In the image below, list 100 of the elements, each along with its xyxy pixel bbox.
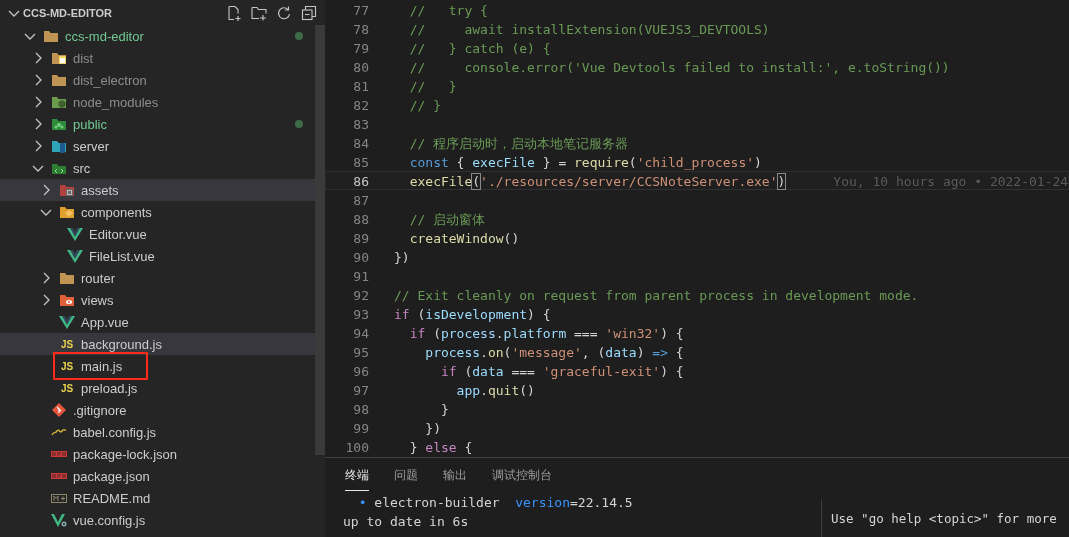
folder-icon	[59, 292, 75, 308]
vue-icon	[67, 248, 83, 264]
line-number: 80	[352, 59, 369, 75]
line-number: 87	[352, 192, 369, 208]
collapse-all-icon[interactable]	[301, 4, 317, 21]
code-line: // console.error('Vue Devtools failed to install:', e.toString())	[408, 59, 950, 75]
code-line: // try {	[408, 2, 488, 18]
tree-item[interactable]: package.json	[49, 466, 152, 486]
git-status-dot	[295, 32, 303, 40]
tree-item[interactable]: assets	[57, 180, 121, 200]
js-icon: JS	[59, 338, 75, 350]
tree-item[interactable]: JS main.js	[57, 356, 145, 376]
code-line: // } catch (e) {	[408, 40, 551, 56]
line-number: 99	[352, 420, 369, 436]
code-line: // }	[408, 78, 457, 94]
tree-item[interactable]: ccs-md-editor	[41, 26, 146, 46]
tree-item[interactable]: components	[57, 202, 154, 222]
line-number: 89	[352, 230, 369, 246]
tree-item[interactable]: Editor.vue	[65, 224, 149, 244]
panel-tab[interactable]: 问题	[394, 467, 418, 491]
line-number: 88	[352, 211, 369, 227]
code-line: })	[394, 249, 410, 265]
line-number: 97	[352, 382, 369, 398]
line-number: 95	[352, 344, 369, 360]
tree-item[interactable]: node_modules	[49, 92, 161, 112]
line-number: 81	[352, 78, 369, 94]
code-line: // }	[408, 97, 441, 113]
explorer-title: CCS-MD-EDITOR	[23, 6, 112, 19]
terminal-line: Use "go help <topic>" for more	[831, 511, 1057, 526]
vue-gear-icon	[51, 512, 67, 528]
vue-icon	[67, 226, 83, 242]
tree-item[interactable]: babel.config.js	[49, 422, 159, 442]
tree-item[interactable]: server	[49, 136, 112, 156]
code-line: // Exit cleanly on request from parent process in development mode.	[394, 287, 919, 303]
tree-item[interactable]: .gitignore	[49, 400, 129, 420]
code-line: if (process.platform === 'win32') {	[408, 325, 684, 341]
tree-item[interactable]: vue.config.js	[49, 510, 148, 530]
folder-icon	[51, 94, 67, 110]
code-line: if (isDevelopment) {	[394, 306, 551, 322]
line-number: 79	[352, 40, 369, 56]
folder-icon	[43, 28, 59, 44]
tree-item[interactable]: README.md	[49, 488, 153, 508]
git-icon	[51, 402, 67, 418]
tree-item[interactable]: JS preload.js	[57, 378, 140, 398]
code-line: } else {	[408, 439, 473, 455]
line-number: 86	[352, 173, 369, 189]
terminal-line: • electron-builder version=22.14.5	[357, 495, 633, 510]
line-number: 100	[344, 439, 369, 455]
new-folder-icon[interactable]	[251, 4, 267, 21]
blame-annotation: You, 10 hours ago • 2022-01-24	[833, 173, 1069, 189]
vue-icon	[59, 314, 75, 330]
folder-icon	[59, 204, 75, 220]
git-status-dot	[295, 120, 303, 128]
line-number: 96	[352, 363, 369, 379]
panel-tab[interactable]: 终端	[345, 467, 369, 491]
tree-item[interactable]: FileList.vue	[65, 246, 157, 266]
code-line: app.quit()	[455, 382, 535, 398]
js-icon: JS	[59, 382, 75, 394]
panel-tab[interactable]: 调试控制台	[492, 467, 552, 491]
tree-item[interactable]: dist_electron	[49, 70, 149, 90]
folder-icon	[59, 182, 75, 198]
code-line: createWindow()	[408, 230, 520, 246]
line-number: 93	[352, 306, 369, 322]
folder-icon	[51, 50, 67, 66]
line-number: 92	[352, 287, 369, 303]
folder-icon	[51, 138, 67, 154]
tree-item[interactable]: src	[49, 158, 93, 178]
line-number: 85	[352, 154, 369, 170]
code-line: if (data === 'graceful-exit') {	[439, 363, 684, 379]
line-number: 94	[352, 325, 369, 341]
folder-icon	[59, 270, 75, 286]
line-number: 84	[352, 135, 369, 151]
line-number: 91	[352, 268, 369, 284]
tree-item[interactable]: router	[57, 268, 117, 288]
tree-item[interactable]: public	[49, 114, 109, 134]
code-line: })	[424, 420, 441, 436]
line-number: 83	[352, 116, 369, 132]
scrollbar[interactable]	[315, 25, 325, 455]
tree-item[interactable]: dist	[49, 48, 96, 68]
new-file-icon[interactable]	[226, 4, 242, 21]
refresh-icon[interactable]	[276, 4, 292, 21]
code-line: process.on('message', (data) => {	[424, 344, 684, 360]
tree-item[interactable]: package-lock.json	[49, 444, 180, 464]
code-line: execFile('./resources/server/CCSNoteServer.exe')	[408, 173, 786, 189]
js-icon: JS	[59, 360, 75, 372]
folder-icon	[51, 116, 67, 132]
line-number: 98	[352, 401, 369, 417]
line-number: 82	[352, 97, 369, 113]
line-number: 78	[352, 21, 369, 37]
code-line: }	[439, 401, 449, 417]
code-line: const { execFile } = require('child_process')	[408, 154, 762, 170]
line-number: 90	[352, 249, 369, 265]
tree-item[interactable]: App.vue	[57, 312, 131, 332]
code-line: // 程序启动时，启动本地笔记服务器	[408, 135, 629, 151]
line-number: 77	[352, 2, 369, 18]
terminal-line: up to date in 6s	[343, 514, 469, 529]
code-line: // await installExtension(VUEJS3_DEVTOOLS)	[408, 21, 770, 37]
panel-tab[interactable]: 输出	[443, 467, 467, 491]
tree-item[interactable]: views	[57, 290, 116, 310]
folder-icon	[51, 72, 67, 88]
